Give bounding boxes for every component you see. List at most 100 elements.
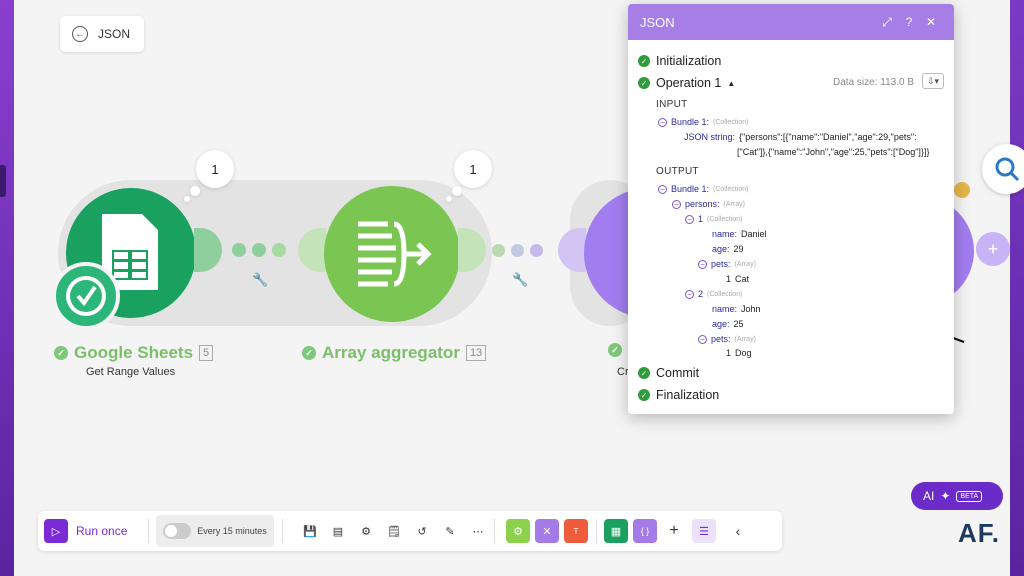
collapse-icon[interactable]: −: [672, 199, 681, 209]
tools-icon[interactable]: ⚙: [506, 519, 530, 543]
collapse-icon[interactable]: −: [685, 289, 694, 299]
tree-leaf: age: 29: [712, 244, 744, 254]
left-edge: [0, 0, 14, 576]
collapse-icon[interactable]: −: [658, 184, 667, 194]
check-icon: ✓: [638, 367, 650, 379]
tree-node[interactable]: − 2 (Collection): [685, 289, 742, 299]
right-edge: [1010, 0, 1024, 576]
tree-leaf: name: John: [712, 304, 761, 314]
flow-control-icon[interactable]: ✕: [535, 519, 559, 543]
settings-icon[interactable]: ⚙: [356, 519, 376, 543]
operations-bubble[interactable]: 1: [454, 150, 492, 188]
download-icon[interactable]: ⇩▾: [922, 73, 944, 89]
arrow-left-icon: ←: [72, 26, 88, 42]
tree-key: JSON string:: [684, 132, 736, 142]
tree-node[interactable]: − persons: (Array): [672, 199, 745, 209]
check-icon: ✓: [54, 346, 68, 360]
module-name: Google Sheets: [74, 343, 194, 362]
tree-value: Dog: [735, 348, 752, 358]
tree-key: name:: [712, 304, 738, 314]
close-icon[interactable]: ✕: [920, 15, 942, 29]
wrench-icon[interactable]: 🔧: [512, 272, 528, 288]
layout-icon[interactable]: ▤: [328, 519, 348, 543]
tree-node[interactable]: − 1 (Collection): [685, 214, 742, 224]
input-heading: INPUT: [656, 99, 688, 110]
module-label[interactable]: ✓: [608, 343, 622, 357]
back-button[interactable]: ← JSON: [60, 16, 144, 52]
module-count: 5: [199, 345, 214, 361]
tree-key: 1: [698, 214, 704, 224]
ai-button[interactable]: AI ✦ BETA: [911, 482, 1003, 510]
expand-icon[interactable]: ⤢: [876, 15, 898, 30]
schedule-toggle[interactable]: Every 15 minutes: [156, 515, 274, 547]
tree-type: (Collection): [713, 185, 749, 193]
wrench-icon[interactable]: 🔧: [252, 272, 268, 288]
more-icon[interactable]: ⋯: [468, 519, 488, 543]
save-icon[interactable]: 💾: [300, 519, 320, 543]
tree-node[interactable]: − Bundle 1: (Collection): [658, 117, 748, 127]
panel-header: JSON ⤢ ? ✕: [628, 4, 954, 40]
search-icon: [995, 157, 1020, 182]
tree-type: (Collection): [707, 215, 743, 223]
undo-icon[interactable]: ↺: [412, 519, 432, 543]
collapse-icon[interactable]: −: [698, 334, 707, 344]
bubble-tail: [452, 186, 462, 196]
notes-icon[interactable]: 🗒: [384, 519, 404, 543]
tree-leaf: ["Cat"]},{"name":"John","age":25,"pets":…: [737, 147, 929, 157]
divider: [282, 519, 283, 543]
module-count: 13: [465, 345, 487, 361]
tree-node[interactable]: − Bundle 1: (Collection): [658, 184, 748, 194]
beta-badge: BETA: [956, 490, 983, 502]
data-size: Data size: 113.0 B: [833, 77, 914, 88]
tree-type: (Array): [734, 260, 756, 268]
run-once-button[interactable]: ▷ Run once: [44, 519, 127, 543]
module-label[interactable]: ✓ Array aggregator 13: [302, 343, 487, 363]
add-icon[interactable]: +: [664, 519, 684, 543]
initialization-row[interactable]: ✓ Initialization: [638, 54, 721, 68]
operations-bubble[interactable]: 1: [196, 150, 234, 188]
sparkle-icon: ✦: [940, 489, 951, 503]
tree-key: Bundle 1:: [671, 117, 710, 127]
text-parser-icon[interactable]: T: [564, 519, 588, 543]
tree-leaf: 1 Dog: [726, 348, 752, 358]
flow-dot: [530, 244, 543, 257]
tree-key: age:: [712, 319, 730, 329]
brand-logo: AF.: [958, 518, 1000, 548]
tree-index: 1: [726, 274, 732, 284]
bottom-toolbar: ▷ Run once Every 15 minutes 💾 ▤ ⚙ 🗒 ↺ ✎ …: [38, 511, 782, 551]
tree-leaf: JSON string: {"persons":[{"name":"Daniel…: [684, 132, 917, 142]
tree-node[interactable]: − pets: (Array): [698, 259, 756, 269]
json-shortcut-icon[interactable]: { }: [633, 519, 657, 543]
tree-key: pets:: [711, 334, 731, 344]
check-icon: ✓: [302, 346, 316, 360]
commit-row[interactable]: ✓ Commit: [638, 366, 699, 380]
tree-node[interactable]: − pets: (Array): [698, 334, 756, 344]
search-button[interactable]: [982, 144, 1024, 194]
toggle-switch[interactable]: [163, 523, 192, 539]
caret-up-icon[interactable]: ▲: [727, 79, 735, 88]
checklist-icon[interactable]: ☰: [692, 519, 716, 543]
chevron-left-icon[interactable]: ‹: [728, 519, 748, 543]
tree-value: ["Cat"]},{"name":"John","age":25,"pets":…: [737, 147, 930, 157]
check-icon: ✓: [608, 343, 622, 357]
collapse-icon[interactable]: −: [658, 117, 667, 127]
tree-value: {"persons":[{"name":"Daniel","age":29,"p…: [739, 132, 917, 142]
module-name: Array aggregator: [322, 343, 460, 362]
tree-index: 1: [726, 348, 732, 358]
tree-leaf: age: 25: [712, 319, 744, 329]
finalization-row[interactable]: ✓ Finalization: [638, 388, 719, 402]
panel-title: JSON: [640, 14, 675, 30]
help-icon[interactable]: ?: [898, 15, 920, 29]
aggregate-icon: [358, 221, 432, 287]
collapse-icon[interactable]: −: [685, 214, 694, 224]
tree-value: 25: [733, 319, 744, 329]
connector-left: [558, 228, 586, 272]
operation-row[interactable]: ✓ Operation 1 ▲: [638, 76, 735, 90]
collapse-icon[interactable]: −: [698, 259, 707, 269]
magic-wand-icon[interactable]: ✎: [440, 519, 460, 543]
left-edge-tab[interactable]: [0, 165, 6, 197]
tree-key: Bundle 1:: [671, 184, 710, 194]
add-module-icon[interactable]: +: [976, 232, 1010, 266]
module-label[interactable]: ✓ Google Sheets 5: [54, 343, 214, 363]
google-sheets-shortcut-icon[interactable]: ▦: [604, 519, 628, 543]
